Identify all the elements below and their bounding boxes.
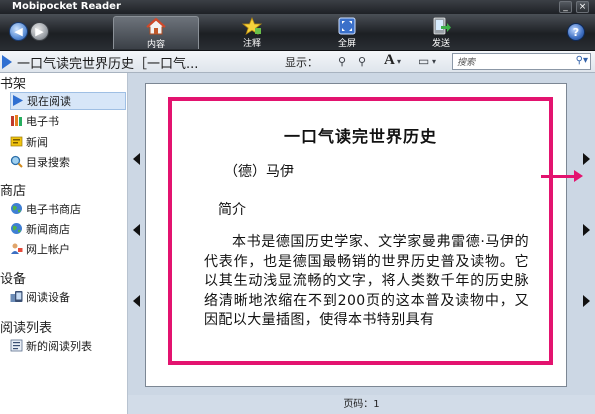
sidebar-item-label: 新的阅读列表 — [26, 340, 92, 353]
toolbar-label: 全屏 — [337, 39, 356, 49]
play-icon — [2, 55, 12, 69]
sidebar-item-label: 现在阅读 — [27, 95, 71, 108]
next-page-arrow-icon[interactable] — [583, 153, 590, 165]
forward-button[interactable]: ▶ — [30, 22, 49, 41]
font-size-button[interactable]: A — [384, 52, 395, 69]
sidebar-item-new-reading-list[interactable]: 新的阅读列表 — [10, 338, 126, 356]
search-input[interactable]: 搜索 ⚲▾ — [452, 53, 591, 70]
document-bar: 一口气读完世界历史［一口气... 显示： ⚲ ⚲ A ▾ ▭ ▾ 搜索 ⚲▾ — [0, 51, 595, 73]
prev-page-arrow-icon[interactable] — [133, 153, 140, 165]
fullscreen-icon — [337, 17, 357, 35]
sidebar-item-reading-device[interactable]: 阅读设备 — [10, 289, 126, 307]
sidebar-section-title: 商店 — [0, 184, 27, 199]
star-icon — [241, 16, 263, 35]
reader-area: 一口气读完世界历史 （德）马伊 简介 本书是德国历史学家、文学家曼弗雷德·马伊的… — [128, 73, 595, 414]
book-author: （德）马伊 — [224, 164, 294, 180]
layout-icon[interactable]: ▭ — [418, 54, 429, 68]
zoom-out-icon[interactable]: ⚲ — [338, 55, 346, 68]
news-icon — [10, 135, 23, 148]
app-title: Mobipocket Reader — [12, 1, 121, 12]
books-icon — [10, 114, 23, 127]
list-icon — [10, 339, 23, 352]
sidebar-item-label: 阅读设备 — [26, 291, 70, 304]
toolbar-label: 发送 — [431, 39, 450, 49]
globe-icon — [10, 222, 23, 235]
back-button[interactable]: ◀ — [9, 22, 28, 41]
play-icon — [11, 94, 24, 107]
account-icon — [10, 242, 23, 255]
book-body-text: 本书是德国历史学家、文学家曼弗雷德·马伊的代表作，也是德国最畅销的世界历史普及读… — [204, 234, 529, 328]
toolbar-item-send[interactable]: 发送 — [398, 16, 484, 49]
toolbar-label: 内容 — [146, 40, 165, 50]
highlight-arrow-icon — [541, 170, 583, 182]
sidebar-item-ebook-store[interactable]: 电子书商店 — [10, 201, 126, 219]
sidebar-item-label: 新闻 — [26, 136, 48, 149]
sidebar-item-news[interactable]: 新闻 — [10, 134, 126, 152]
prev-page-arrow-icon[interactable] — [133, 224, 140, 236]
sidebar-item-label: 电子书 — [26, 115, 59, 128]
sidebar-item-label: 电子书商店 — [26, 203, 81, 216]
chevron-down-icon[interactable]: ▾ — [432, 57, 436, 66]
device-icon — [10, 290, 23, 303]
home-icon — [146, 17, 166, 36]
zoom-in-icon[interactable]: ⚲ — [358, 55, 366, 68]
book-page[interactable]: 一口气读完世界历史 （德）马伊 简介 本书是德国历史学家、文学家曼弗雷德·马伊的… — [145, 83, 567, 387]
toolbar-item-content[interactable]: 内容 — [113, 16, 199, 50]
document-title: 一口气读完世界历史［一口气... — [17, 57, 199, 72]
send-icon — [431, 17, 451, 35]
sidebar-item-label: 新闻商店 — [26, 223, 70, 236]
title-bar: Mobipocket Reader _ × — [0, 0, 595, 14]
minimize-button[interactable]: _ — [559, 1, 572, 13]
sidebar-item-online-account[interactable]: 网上帐户 — [10, 241, 126, 259]
sidebar-item-now-reading[interactable]: 现在阅读 — [10, 92, 126, 110]
sidebar-item-catalog-search[interactable]: 目录搜索 — [10, 154, 126, 172]
close-button[interactable]: × — [576, 1, 589, 13]
sidebar-item-label: 目录搜索 — [26, 156, 70, 169]
sidebar-item-ebooks[interactable]: 电子书 — [10, 113, 126, 131]
book-title: 一口气读完世界历史 — [283, 127, 437, 146]
display-label: 显示： — [285, 56, 318, 69]
intro-heading: 简介 — [218, 202, 246, 218]
toolbar-item-fullscreen[interactable]: 全屏 — [304, 16, 390, 49]
prev-page-arrow-icon[interactable] — [133, 295, 140, 307]
help-button[interactable]: ? — [567, 23, 585, 41]
toolbar-item-annotations[interactable]: 注释 — [209, 16, 295, 49]
sidebar-section-title: 书架 — [0, 77, 27, 92]
search-placeholder: 搜索 — [457, 58, 476, 68]
next-page-arrow-icon[interactable] — [583, 224, 590, 236]
sidebar-section-title: 设备 — [0, 272, 27, 287]
main-toolbar: ◀ ▶ 内容 注释 全屏 发送 ? — [0, 14, 595, 51]
sidebar-item-news-store[interactable]: 新闻商店 — [10, 221, 126, 239]
highlight-frame: 一口气读完世界历史 （德）马伊 简介 本书是德国历史学家、文学家曼弗雷德·马伊的… — [168, 97, 553, 365]
search-icon — [10, 155, 23, 168]
chevron-down-icon[interactable]: ▾ — [397, 57, 401, 66]
sidebar: 书架 现在阅读 电子书 新闻 目录搜索 商店 电子书商店 新闻商店 网上帐户 设… — [0, 73, 128, 414]
search-icon[interactable]: ⚲▾ — [576, 55, 588, 66]
sidebar-item-label: 网上帐户 — [26, 243, 70, 256]
next-page-arrow-icon[interactable] — [583, 295, 590, 307]
sidebar-section-title: 阅读列表 — [0, 321, 53, 336]
globe-icon — [10, 202, 23, 215]
toolbar-label: 注释 — [242, 39, 261, 49]
page-number: 页码：1 — [128, 395, 595, 414]
